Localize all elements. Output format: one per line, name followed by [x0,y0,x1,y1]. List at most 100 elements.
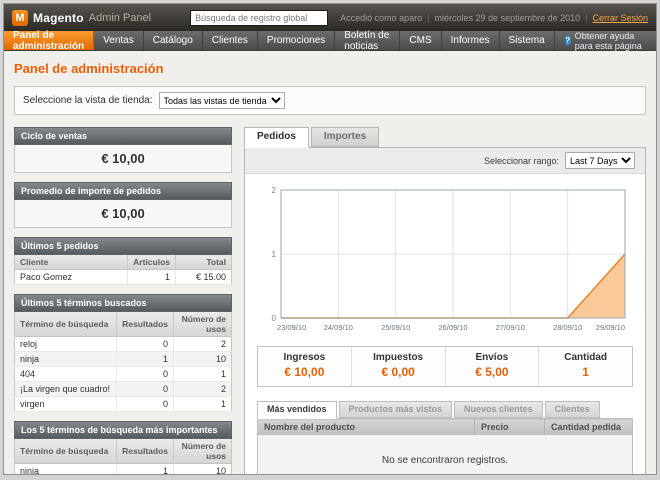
cell: 1 [174,367,232,382]
svg-text:27/09/10: 27/09/10 [496,323,525,332]
last-orders-table: Cliente Artículos Total Paco Gomez 1 € 1… [14,255,232,285]
tab-productos-mas-vistos[interactable]: Productos más vistos [339,401,453,418]
dashboard-left-column: Ciclo de ventas € 10,00 Promedio de impo… [14,127,232,475]
box-title: Ciclo de ventas [14,127,232,145]
main-nav: Panel de administración Ventas Catálogo … [4,31,656,51]
cell: 10 [174,352,232,367]
cell: reloj [15,337,117,352]
cell: 1 [117,464,174,476]
cell: 404 [15,367,117,382]
magento-logo-icon: M [12,10,28,26]
logo-subtitle: Admin Panel [89,12,151,24]
stat-ingresos: Ingresos € 10,00 [258,347,352,386]
tab-clientes[interactable]: Clientes [545,401,600,418]
col-header: Término de búsqueda [15,312,117,337]
logout-link[interactable]: Cerrar Sesión [592,13,648,23]
header: M Magento Admin Panel Accedió como aparo… [4,4,656,31]
logged-in-as-text: Accedió como aparo [340,13,422,23]
cell: 1 [174,397,232,412]
svg-text:29/09/10: 29/09/10 [596,323,625,332]
global-search-input[interactable] [190,10,328,26]
stat-label: Cantidad [539,352,632,363]
page-title: Panel de administración [14,61,646,76]
col-header: Resultados [117,439,174,464]
magento-admin-window: M Magento Admin Panel Accedió como aparo… [3,3,657,475]
page-help-link[interactable]: ? Obtener ayuda para esta página [555,31,656,50]
col-header: Resultados [117,312,174,337]
nav-item-sistema[interactable]: Sistema [500,31,555,50]
svg-text:0: 0 [272,314,277,323]
totals-row: Ingresos € 10,00 Impuestos € 0,00 Envíos… [257,346,633,387]
nav-item-informes[interactable]: Informes [442,31,500,50]
nav-item-cms[interactable]: CMS [400,31,441,50]
cell: ninja [15,352,117,367]
cell: virgen [15,397,117,412]
stat-label: Impuestos [352,352,445,363]
svg-text:1: 1 [272,250,277,259]
stat-value: € 0,00 [352,365,445,379]
cell: 2 [174,337,232,352]
stat-impuestos: Impuestos € 0,00 [352,347,446,386]
store-view-bar: Seleccione la vista de tienda: Todas las… [14,86,646,115]
nav-item-clientes[interactable]: Clientes [203,31,258,50]
tab-importes[interactable]: Importes [311,127,379,147]
range-bar: Seleccionar rango: Last 7 Days [245,148,645,174]
svg-text:28/09/10: 28/09/10 [553,323,582,332]
stat-label: Ingresos [258,352,351,363]
table-row[interactable]: virgen 0 1 [15,397,232,412]
last-search-terms-box: Últimos 5 términos buscados Término de b… [14,294,232,412]
box-title: Últimos 5 términos buscados [14,294,232,312]
logo-title: Magento [33,11,84,25]
col-header: Total [176,255,232,270]
svg-text:24/09/10: 24/09/10 [324,323,353,332]
store-view-select[interactable]: Todas las vistas de tienda [159,92,285,109]
col-header: Número de usos [174,312,232,337]
table-row[interactable]: ninja 1 10 [15,464,232,476]
table-row[interactable]: Paco Gomez 1 € 15.00 [15,270,232,285]
products-grid: Nombre del producto Precio Cantidad pedi… [257,418,633,475]
cell: 2 [174,382,232,397]
table-row[interactable]: ¡La virgen que cuadro! 0 2 [15,382,232,397]
cell: Paco Gomez [15,270,128,285]
table-row[interactable]: 404 0 1 [15,367,232,382]
box-title: Últimos 5 pedidos [14,237,232,255]
nav-item-ventas[interactable]: Ventas [94,31,144,50]
svg-text:26/09/10: 26/09/10 [438,323,467,332]
cell: ¡La virgen que cuadro! [15,382,117,397]
table-row[interactable]: reloj 0 2 [15,337,232,352]
cell: 0 [117,397,174,412]
table-row[interactable]: ninja 1 10 [15,352,232,367]
nav-item-boletin[interactable]: Boletín de noticias [335,31,400,50]
stat-cantidad: Cantidad 1 [539,347,632,386]
cell: 1 [117,352,174,367]
cell: 1 [128,270,176,285]
svg-text:23/09/10: 23/09/10 [277,323,306,332]
magento-logo: M Magento Admin Panel [12,10,151,26]
tab-mas-vendidos[interactable]: Más vendidos [257,401,337,419]
separator: | [585,13,587,23]
stat-label: Envíos [446,352,539,363]
stat-value: 1 [539,365,632,379]
cell: € 15.00 [176,270,232,285]
svg-text:2: 2 [272,186,277,195]
box-title: Los 5 términos de búsqueda más important… [14,421,232,439]
last-orders-box: Últimos 5 pedidos Cliente Artículos Tota… [14,237,232,285]
nav-item-catalogo[interactable]: Catálogo [144,31,203,50]
col-header: Nombre del producto [258,419,475,436]
tab-pedidos[interactable]: Pedidos [244,127,309,148]
average-orders-box: Promedio de importe de pedidos € 10,00 [14,182,232,228]
lifetime-sales-value: € 10,00 [14,145,232,173]
separator: | [427,13,429,23]
top-search-terms-table: Término de búsqueda Resultados Número de… [14,439,232,475]
grid-tabs: Más vendidos Productos más vistos Nuevos… [257,401,633,418]
range-select[interactable]: Last 7 Days [565,152,635,169]
cell: 0 [117,382,174,397]
col-header: Cantidad pedida [545,419,633,436]
stat-envios: Envíos € 5,00 [446,347,540,386]
nav-item-promociones[interactable]: Promociones [258,31,335,50]
stat-value: € 5,00 [446,365,539,379]
tab-nuevos-clientes[interactable]: Nuevos clientes [454,401,543,418]
help-icon: ? [565,35,571,46]
nav-item-dashboard[interactable]: Panel de administración [4,31,94,50]
col-header: Artículos [128,255,176,270]
